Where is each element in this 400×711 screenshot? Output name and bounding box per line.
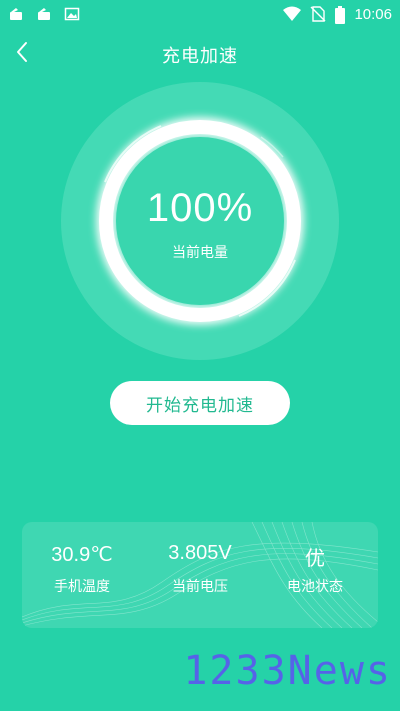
temperature-value: 30.9℃ — [51, 544, 113, 566]
watermark: 1233News — [183, 648, 392, 694]
page-title: 充电加速 — [162, 46, 238, 67]
temperature-label: 手机温度 — [54, 579, 110, 595]
image-notification-icon — [64, 6, 80, 22]
start-charge-boost-button[interactable]: 开始充电加速 — [110, 381, 290, 425]
download-notification-icon — [8, 6, 24, 22]
battery-gauge: 100% 当前电量 — [61, 82, 339, 360]
battery-status-label: 电池状态 — [287, 579, 343, 595]
battery-percent: 100% — [146, 186, 254, 230]
notification-icons — [8, 6, 80, 22]
voltage-label: 当前电压 — [172, 579, 228, 595]
battery-status-value: 优 — [305, 548, 325, 570]
status-time: 10:06 — [354, 5, 392, 23]
status-bar: 10:06 — [0, 0, 400, 28]
stat-voltage: 3.805V 当前电压 — [140, 522, 260, 628]
battery-icon — [334, 6, 346, 24]
system-icons: 10:06 — [282, 5, 392, 24]
battery-stats-card: 30.9℃ 手机温度 3.805V 当前电压 优 电池状态 — [22, 522, 378, 628]
stat-battery-status: 优 电池状态 — [255, 522, 375, 628]
battery-label: 当前电量 — [172, 245, 228, 261]
download-notification-icon — [36, 6, 52, 22]
wifi-icon — [282, 6, 302, 22]
no-sim-icon — [310, 6, 326, 22]
voltage-value: 3.805V — [168, 542, 232, 564]
app-bar: 充电加速 — [0, 28, 400, 80]
stat-temperature: 30.9℃ 手机温度 — [22, 522, 142, 628]
